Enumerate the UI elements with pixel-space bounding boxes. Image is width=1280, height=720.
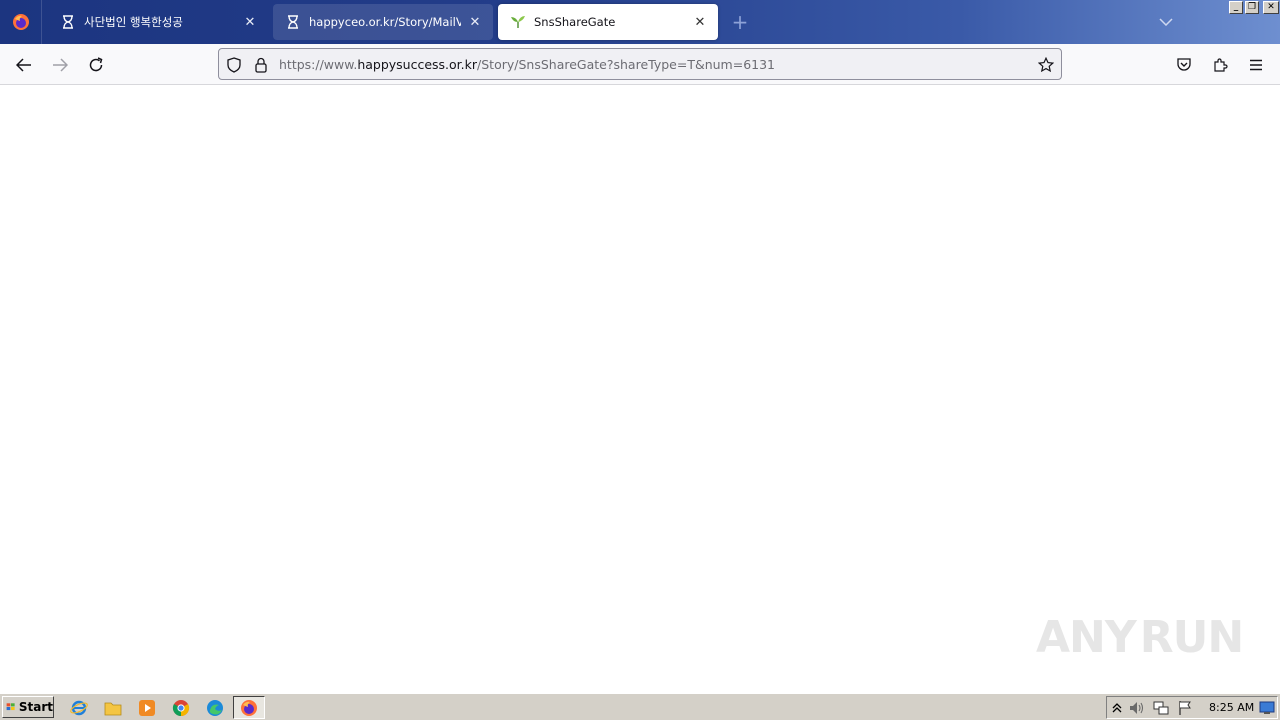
show-desktop-icon[interactable] — [1259, 700, 1275, 716]
page-content: ANY RUN — [0, 85, 1280, 693]
tab-happysuccess[interactable]: 사단법인 행복한성공 ✕ — [48, 4, 268, 40]
url-prefix: https://www. — [279, 57, 358, 72]
anyrun-watermark: ANY RUN — [1036, 605, 1244, 669]
hourglass-icon — [285, 14, 301, 30]
extensions-button[interactable] — [1207, 52, 1233, 78]
url-host: happysuccess.or.kr — [357, 57, 478, 72]
arrow-right-icon — [53, 58, 68, 72]
tab-title: 사단법인 행복한성공 — [84, 15, 183, 29]
media-player-icon[interactable] — [137, 698, 157, 718]
close-icon[interactable]: ✕ — [692, 14, 708, 30]
start-button[interactable]: Start — [2, 696, 54, 718]
taskbar-firefox-button[interactable] — [233, 696, 265, 719]
back-button[interactable] — [11, 52, 37, 78]
start-label: Start — [18, 700, 53, 714]
show-hidden-icons-icon[interactable] — [1109, 700, 1125, 716]
hourglass-icon — [60, 14, 76, 30]
minimize-button[interactable]: _ — [1229, 1, 1243, 14]
tab-snssharegate[interactable]: SnsShareGate ✕ — [498, 4, 718, 40]
pocket-button[interactable] — [1171, 52, 1197, 78]
firefox-view-button[interactable] — [0, 0, 42, 44]
action-center-flag-icon[interactable] — [1177, 700, 1193, 716]
pocket-icon — [1177, 58, 1191, 71]
app-menu-button[interactable] — [1243, 52, 1269, 78]
arrow-left-icon — [16, 58, 31, 72]
watermark-text-left: ANY — [1036, 611, 1137, 663]
puzzle-icon — [1214, 58, 1228, 72]
chrome-icon[interactable] — [171, 698, 191, 718]
url-text[interactable]: https://www.happysuccess.or.kr/Story/Sns… — [279, 56, 775, 74]
bookmark-star-icon[interactable] — [1037, 56, 1055, 74]
reload-icon — [89, 57, 103, 72]
new-tab-button[interactable]: + — [728, 10, 752, 34]
lock-icon[interactable] — [252, 56, 270, 74]
close-window-button[interactable]: ✕ — [1263, 1, 1279, 14]
edge-icon[interactable] — [205, 698, 225, 718]
shield-icon[interactable] — [225, 56, 243, 74]
taskbar: Start 8:25 AM — [0, 693, 1280, 720]
close-icon[interactable]: ✕ — [242, 14, 258, 30]
watermark-text-right: RUN — [1139, 611, 1244, 663]
system-tray: 8:25 AM — [1106, 696, 1278, 719]
close-icon[interactable]: ✕ — [467, 14, 483, 30]
forward-button[interactable] — [47, 52, 73, 78]
internet-explorer-icon[interactable] — [69, 698, 89, 718]
list-all-tabs-button[interactable] — [1156, 12, 1176, 32]
windows-logo-icon — [6, 703, 15, 711]
firefox-logo-icon — [241, 699, 257, 716]
volume-icon[interactable] — [1129, 700, 1145, 716]
file-explorer-icon[interactable] — [103, 698, 123, 718]
address-bar[interactable]: https://www.happysuccess.or.kr/Story/Sns… — [218, 48, 1062, 80]
clock[interactable]: 8:25 AM — [1209, 701, 1254, 714]
hamburger-menu-icon — [1250, 59, 1262, 71]
sprout-icon — [510, 14, 526, 30]
tab-mailview[interactable]: happyceo.or.kr/Story/MailView?nu ✕ — [273, 4, 493, 40]
tab-strip: 사단법인 행복한성공 ✕ happyceo.or.kr/Story/MailVi… — [0, 0, 1280, 44]
url-path: /Story/SnsShareGate?shareType=T&num=6131 — [477, 57, 776, 72]
tab-title: happyceo.or.kr/Story/MailView?nu — [309, 15, 461, 29]
tab-title: SnsShareGate — [534, 15, 616, 29]
firefox-logo-icon — [12, 14, 29, 30]
restore-button[interactable]: ❐ — [1245, 1, 1259, 14]
chevron-down-icon — [1159, 18, 1173, 26]
nav-bar: https://www.happysuccess.or.kr/Story/Sns… — [0, 44, 1280, 85]
reload-button[interactable] — [83, 52, 109, 78]
network-icon[interactable] — [1153, 700, 1169, 716]
